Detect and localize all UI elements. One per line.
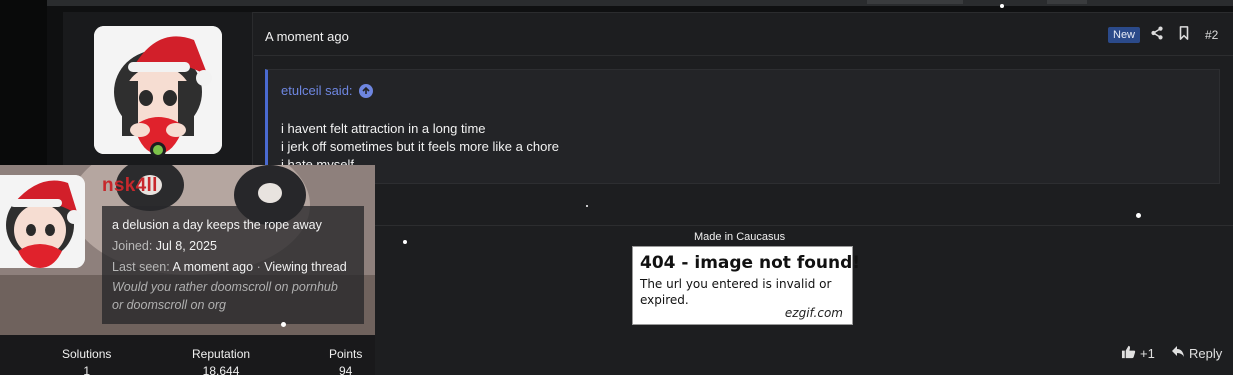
member-stats: Solutions 1 Reputation 18,644 Points 94 [0,335,375,375]
last-seen-value: A moment ago [172,260,254,274]
arrow-up-circle-icon[interactable] [358,83,373,98]
stat-value: 94 [339,364,353,375]
like-button[interactable]: +1 [1121,345,1155,362]
signature-caption: Made in Caucasus [694,231,786,243]
post-number-link[interactable]: #2 [1205,28,1218,42]
stat-label: Reputation [192,347,251,361]
snowflake [1136,213,1141,218]
joined-value: Jul 8, 2025 [155,239,217,253]
forum-page: A moment ago New #2 etulceil said: i hav… [0,0,1233,375]
post-header [254,14,1233,56]
signature-link[interactable]: doomscroll on org [127,298,226,312]
signature-text: Would you rather [112,280,211,294]
signature-link[interactable]: doomscroll on pornhub [211,280,338,294]
stat-label: Points [329,347,363,361]
reaction-count: +1 [1140,346,1155,361]
thumbs-up-icon [1121,345,1136,362]
stat-label: Solutions [62,347,112,361]
member-last-seen: Last seen: A moment ago · Viewing thread [112,257,354,278]
separator-dot: · [256,260,261,274]
image-error-message: The url you entered is invalid or expire… [640,277,832,307]
new-badge: New [1108,27,1141,43]
quote-block: etulceil said: i havent felt attraction … [265,69,1220,184]
post-timestamp[interactable]: A moment ago [265,29,349,44]
member-tooltip-card: nsk4ll a delusion a day keeps the rope a… [0,165,375,335]
member-info-panel: a delusion a day keeps the rope away Joi… [102,206,364,324]
snowflake [403,240,407,244]
member-activity[interactable]: Viewing thread [264,260,346,274]
quote-line: i jerk off sometimes but it feels more l… [281,139,559,154]
bookmark-icon[interactable] [1178,26,1194,42]
previous-post-footer [47,0,1233,6]
online-status-indicator [150,142,166,158]
stat-points[interactable]: Points 94 [329,347,362,375]
stat-reputation[interactable]: Reputation 18,644 [192,347,250,375]
reply-label: Reply [1189,345,1223,361]
stat-solutions[interactable]: Solutions 1 [62,347,111,375]
last-seen-label: Last seen: [112,260,170,274]
stat-value: 1 [83,364,91,375]
snowflake [281,322,286,327]
quote-author-label[interactable]: etulceil said: [281,83,353,98]
member-user-title: a delusion a day keeps the rope away [112,218,322,232]
reply-icon [1171,345,1185,361]
member-username[interactable]: nsk4ll [102,175,158,197]
image-host-brand: ezgif.com [784,306,843,320]
member-signature: Would you rather doomscroll on pornhub o… [112,278,354,314]
quote-line: i havent felt attraction in a long time [281,121,486,136]
snowflake [586,205,588,207]
signature-text: or [112,298,127,312]
stat-value: 18,644 [202,364,240,375]
share-icon[interactable] [1150,26,1166,42]
image-error-title: 404 - image not found! [640,253,861,273]
reply-button[interactable]: Reply [1171,345,1222,361]
member-joined: Joined: Jul 8, 2025 [112,236,354,257]
joined-label: Joined: [112,239,153,253]
member-card-avatar[interactable] [0,175,85,268]
snowflake [1000,4,1004,8]
quote-author[interactable]: etulceil said: [281,83,373,98]
avatar[interactable] [94,26,222,154]
broken-signature-image: 404 - image not found! The url you enter… [632,246,860,325]
signature-divider [254,225,1233,226]
